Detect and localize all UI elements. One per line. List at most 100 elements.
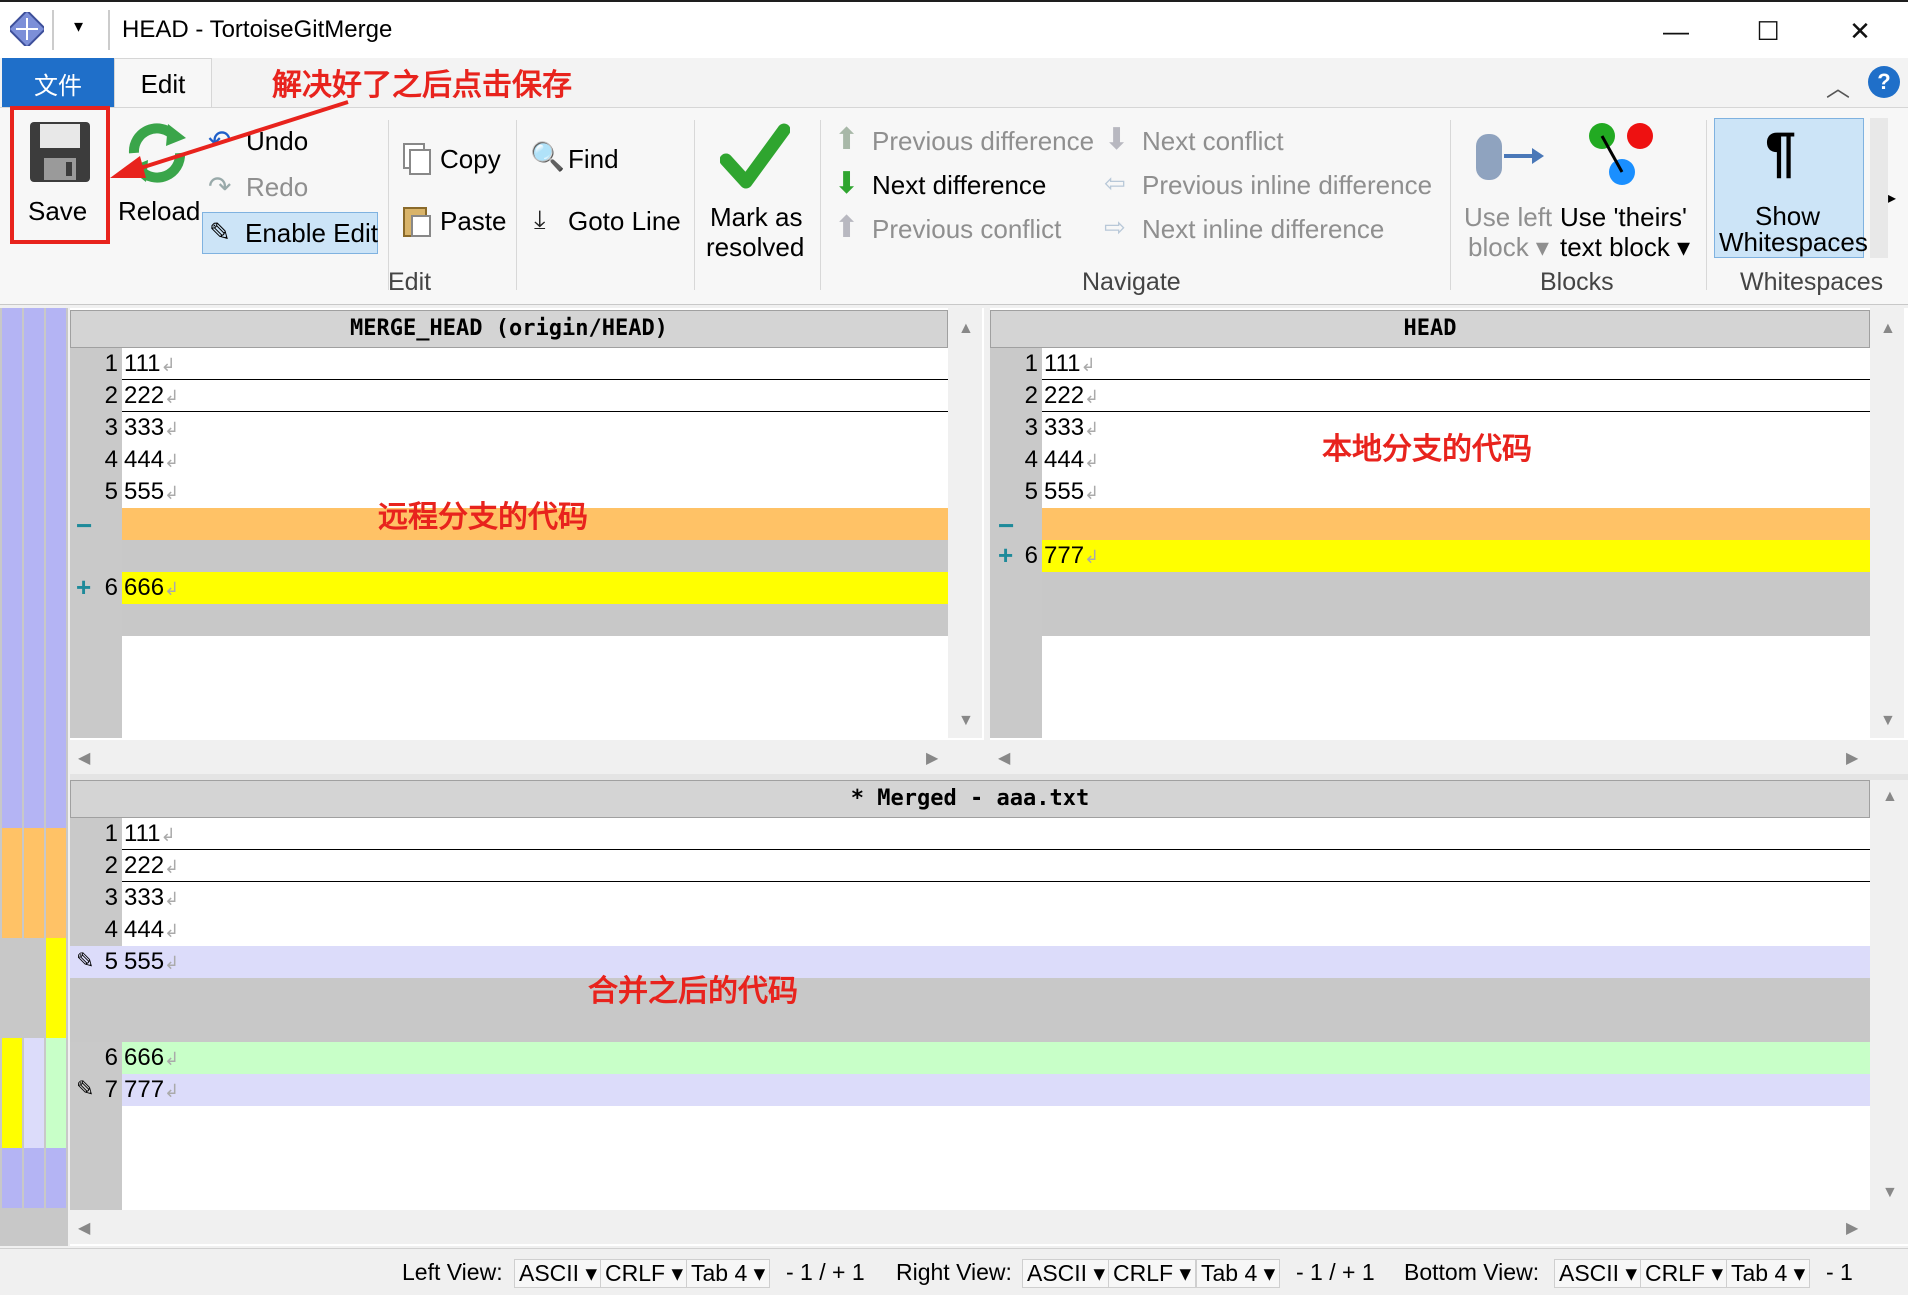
locator-bar	[0, 308, 68, 1246]
edit-icon: ✎	[209, 217, 231, 247]
line-number: 7	[104, 1076, 118, 1103]
show-whitespaces-button[interactable]: ¶ Show Whitespaces	[1714, 118, 1868, 258]
right-eol-dropdown[interactable]: CRLF ▾	[1108, 1259, 1196, 1288]
arrow-up-icon: ⬆	[834, 123, 860, 156]
right-tab-dropdown[interactable]: Tab 4 ▾	[1196, 1259, 1281, 1288]
group-label-whitespaces: Whitespaces	[1740, 268, 1884, 296]
line-content: 333	[124, 884, 165, 911]
right-encoding-value: ASCII	[1027, 1260, 1088, 1286]
maximize-button[interactable]: ☐	[1722, 2, 1814, 60]
scroll-left-icon[interactable]: ◀	[78, 748, 90, 768]
table-row[interactable]	[70, 978, 1870, 1042]
scroll-right-icon[interactable]: ▶	[1846, 748, 1858, 768]
minimize-button[interactable]: —	[1630, 2, 1722, 60]
bottom-vertical-scrollbar[interactable]: ▲ ▼	[1870, 780, 1908, 1210]
quick-access-dropdown-icon[interactable]: ▾	[74, 16, 83, 37]
line-number: 5	[104, 948, 118, 975]
right-vertical-scrollbar[interactable]: ▲ ▼	[1870, 308, 1904, 738]
line-text: 222↲	[124, 852, 180, 879]
left-eol-value: CRLF	[605, 1260, 666, 1286]
annotation-arrow	[110, 100, 349, 178]
help-icon[interactable]: ?	[1868, 66, 1900, 98]
scroll-left-icon[interactable]: ◀	[998, 748, 1010, 768]
scroll-left-icon[interactable]: ◀	[78, 1218, 90, 1238]
left-eol-dropdown[interactable]: CRLF ▾	[600, 1259, 688, 1288]
table-row[interactable]	[122, 540, 948, 572]
left-vertical-scrollbar[interactable]: ▲ ▼	[948, 308, 982, 738]
line-text: 333↲	[1044, 414, 1100, 441]
table-row[interactable]	[1042, 348, 1870, 380]
left-encoding-dropdown[interactable]: ASCII ▾	[514, 1259, 603, 1288]
bottom-eol-dropdown[interactable]: CRLF ▾	[1640, 1259, 1728, 1288]
find-label: Find	[568, 144, 619, 174]
tab-file[interactable]: 文件	[2, 58, 114, 108]
block-label: block ▾	[1468, 232, 1549, 262]
table-row[interactable]	[122, 850, 1870, 882]
line-content: 333	[124, 414, 165, 441]
scroll-up-icon[interactable]: ▲	[958, 320, 974, 338]
line-content: 444	[124, 446, 165, 473]
bottom-tab-dropdown[interactable]: Tab 4 ▾	[1726, 1259, 1811, 1288]
line-content: 111	[124, 350, 161, 377]
table-row[interactable]	[122, 572, 948, 604]
bottom-horizontal-scrollbar[interactable]: ◀ ▶	[70, 1210, 1908, 1244]
right-encoding-dropdown[interactable]: ASCII ▾	[1022, 1259, 1111, 1288]
table-row[interactable]	[1042, 540, 1870, 572]
table-row[interactable]	[122, 348, 948, 380]
close-button[interactable]: ✕	[1814, 2, 1906, 60]
use-left-block-button[interactable]: Use left block ▾	[1460, 118, 1556, 264]
enable-edit-button[interactable]: ✎ Enable Edit	[202, 212, 378, 254]
right-pane[interactable]: HEAD 1 111↲ 2 222↲ 3 333↲ 4 444↲ 5 555↲ …	[990, 308, 1908, 774]
previous-inline-difference-label: Previous inline difference	[1142, 170, 1433, 200]
line-text: 777↲	[1044, 542, 1100, 569]
left-view-label: Left View:	[402, 1259, 503, 1285]
use-left-block-icon	[1476, 134, 1544, 180]
line-content: 222	[1044, 382, 1085, 409]
vertical-splitter[interactable]	[984, 308, 990, 774]
line-content: 666	[124, 1044, 165, 1071]
local-annotation: 本地分支的代码	[1322, 432, 1532, 467]
left-tab-dropdown[interactable]: Tab 4 ▾	[686, 1259, 771, 1288]
use-theirs-text-block-button[interactable]: Use 'theirs' text block ▾	[1560, 118, 1690, 264]
table-row[interactable]	[122, 380, 948, 412]
table-row[interactable]	[122, 604, 948, 636]
table-row[interactable]	[122, 1074, 1870, 1106]
line-text: 555↲	[1044, 478, 1100, 505]
line-content: 222	[124, 382, 165, 409]
line-content: 333	[1044, 414, 1085, 441]
table-row[interactable]	[122, 1042, 1870, 1074]
table-row[interactable]	[1042, 380, 1870, 412]
line-number: 3	[104, 414, 118, 441]
scroll-up-icon[interactable]: ▲	[1880, 320, 1896, 338]
app-logo-icon[interactable]	[10, 12, 44, 46]
line-number: 6	[1024, 542, 1038, 569]
table-row[interactable]	[70, 946, 1870, 978]
scroll-down-icon[interactable]: ▼	[1880, 712, 1896, 730]
right-eol-value: CRLF	[1113, 1260, 1174, 1286]
scroll-down-icon[interactable]: ▼	[958, 712, 974, 730]
scroll-up-icon[interactable]: ▲	[1882, 788, 1898, 806]
table-row[interactable]	[1042, 572, 1870, 636]
table-row[interactable]	[1042, 508, 1870, 540]
collapse-ribbon-icon[interactable]: ︿	[1826, 68, 1850, 103]
bottom-encoding-dropdown[interactable]: ASCII ▾	[1554, 1259, 1643, 1288]
minus-icon: −	[76, 510, 93, 541]
right-pane-header: HEAD	[990, 310, 1870, 348]
resolved-label: resolved	[706, 232, 805, 262]
scroll-right-icon[interactable]: ▶	[1846, 1218, 1858, 1238]
line-content: 555	[124, 948, 165, 975]
text-block-label: text block ▾	[1560, 232, 1691, 262]
left-horizontal-scrollbar[interactable]: ◀ ▶	[70, 740, 984, 774]
scroll-down-icon[interactable]: ▼	[1882, 1184, 1898, 1202]
mark-as-resolved-button[interactable]: Mark as resolved	[700, 118, 810, 264]
left-pane[interactable]: MERGE_HEAD (origin/HEAD) 1 111↲ 2 222↲ 3…	[70, 308, 984, 774]
line-text: 111↲	[1044, 350, 1096, 377]
table-row[interactable]	[122, 818, 1870, 850]
scroll-right-icon[interactable]: ▶	[926, 748, 938, 768]
right-horizontal-scrollbar[interactable]: ◀ ▶	[990, 740, 1908, 774]
ribbon-scroll-right-icon[interactable]: ▸	[1888, 188, 1896, 208]
bottom-pane[interactable]: * Merged - aaa.txt 1 111↲ 2 222↲ 3 333↲ …	[70, 780, 1908, 1246]
ribbon-separator	[388, 120, 389, 290]
ribbon-separator	[820, 120, 821, 290]
left-tab-value: Tab 4	[691, 1260, 748, 1286]
